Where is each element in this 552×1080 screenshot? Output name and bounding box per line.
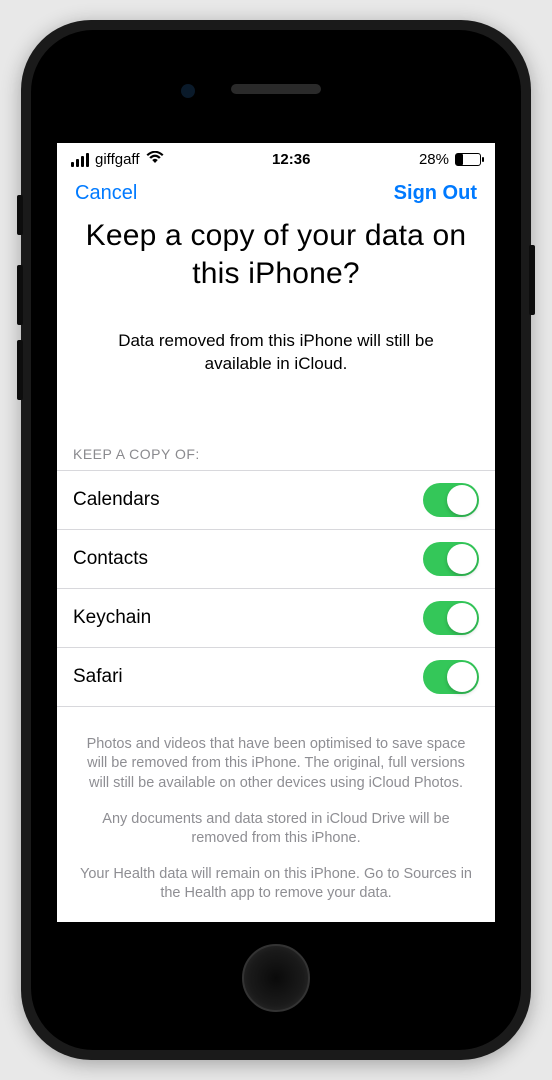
home-button[interactable] <box>242 944 310 1012</box>
footer-photos: Photos and videos that have been optimis… <box>57 735 495 794</box>
keep-copy-list: Calendars Contacts Keychain Safari <box>57 470 495 707</box>
safari-label: Safari <box>73 666 123 688</box>
front-camera <box>181 84 195 98</box>
battery-percent: 28% <box>419 151 449 168</box>
calendars-label: Calendars <box>73 489 160 511</box>
list-item: Contacts <box>57 530 495 589</box>
device-frame: giffgaff 12:36 28% Cancel Sign Out <box>21 20 531 1060</box>
cancel-button[interactable]: Cancel <box>75 182 137 205</box>
status-bar: giffgaff 12:36 28% <box>57 143 495 172</box>
page-subtitle: Data removed from this iPhone will still… <box>57 292 495 376</box>
sign-out-button[interactable]: Sign Out <box>394 182 477 205</box>
footer-apple-pay: Apple Pay card information will be remov… <box>57 920 495 922</box>
battery-icon <box>455 153 481 166</box>
signal-icon <box>71 153 89 167</box>
page-title: Keep a copy of your data on this iPhone? <box>57 217 495 292</box>
section-header: KEEP A COPY OF: <box>57 376 495 470</box>
footer-health: Your Health data will remain on this iPh… <box>57 865 495 904</box>
wifi-icon <box>146 151 164 168</box>
clock: 12:36 <box>272 151 310 168</box>
volume-down <box>17 340 23 400</box>
keychain-label: Keychain <box>73 607 151 629</box>
earpiece-speaker <box>231 84 321 94</box>
list-item: Safari <box>57 648 495 707</box>
contacts-toggle[interactable] <box>423 542 479 576</box>
volume-up <box>17 265 23 325</box>
mute-switch <box>17 195 23 235</box>
power-button <box>529 245 535 315</box>
carrier-label: giffgaff <box>95 151 140 168</box>
safari-toggle[interactable] <box>423 660 479 694</box>
calendars-toggle[interactable] <box>423 483 479 517</box>
footer-icloud-drive: Any documents and data stored in iCloud … <box>57 810 495 849</box>
list-item: Calendars <box>57 471 495 530</box>
list-item: Keychain <box>57 589 495 648</box>
footer-notes: Photos and videos that have been optimis… <box>57 707 495 922</box>
nav-bar: Cancel Sign Out <box>57 172 495 217</box>
keychain-toggle[interactable] <box>423 601 479 635</box>
contacts-label: Contacts <box>73 548 148 570</box>
screen: giffgaff 12:36 28% Cancel Sign Out <box>57 143 495 922</box>
